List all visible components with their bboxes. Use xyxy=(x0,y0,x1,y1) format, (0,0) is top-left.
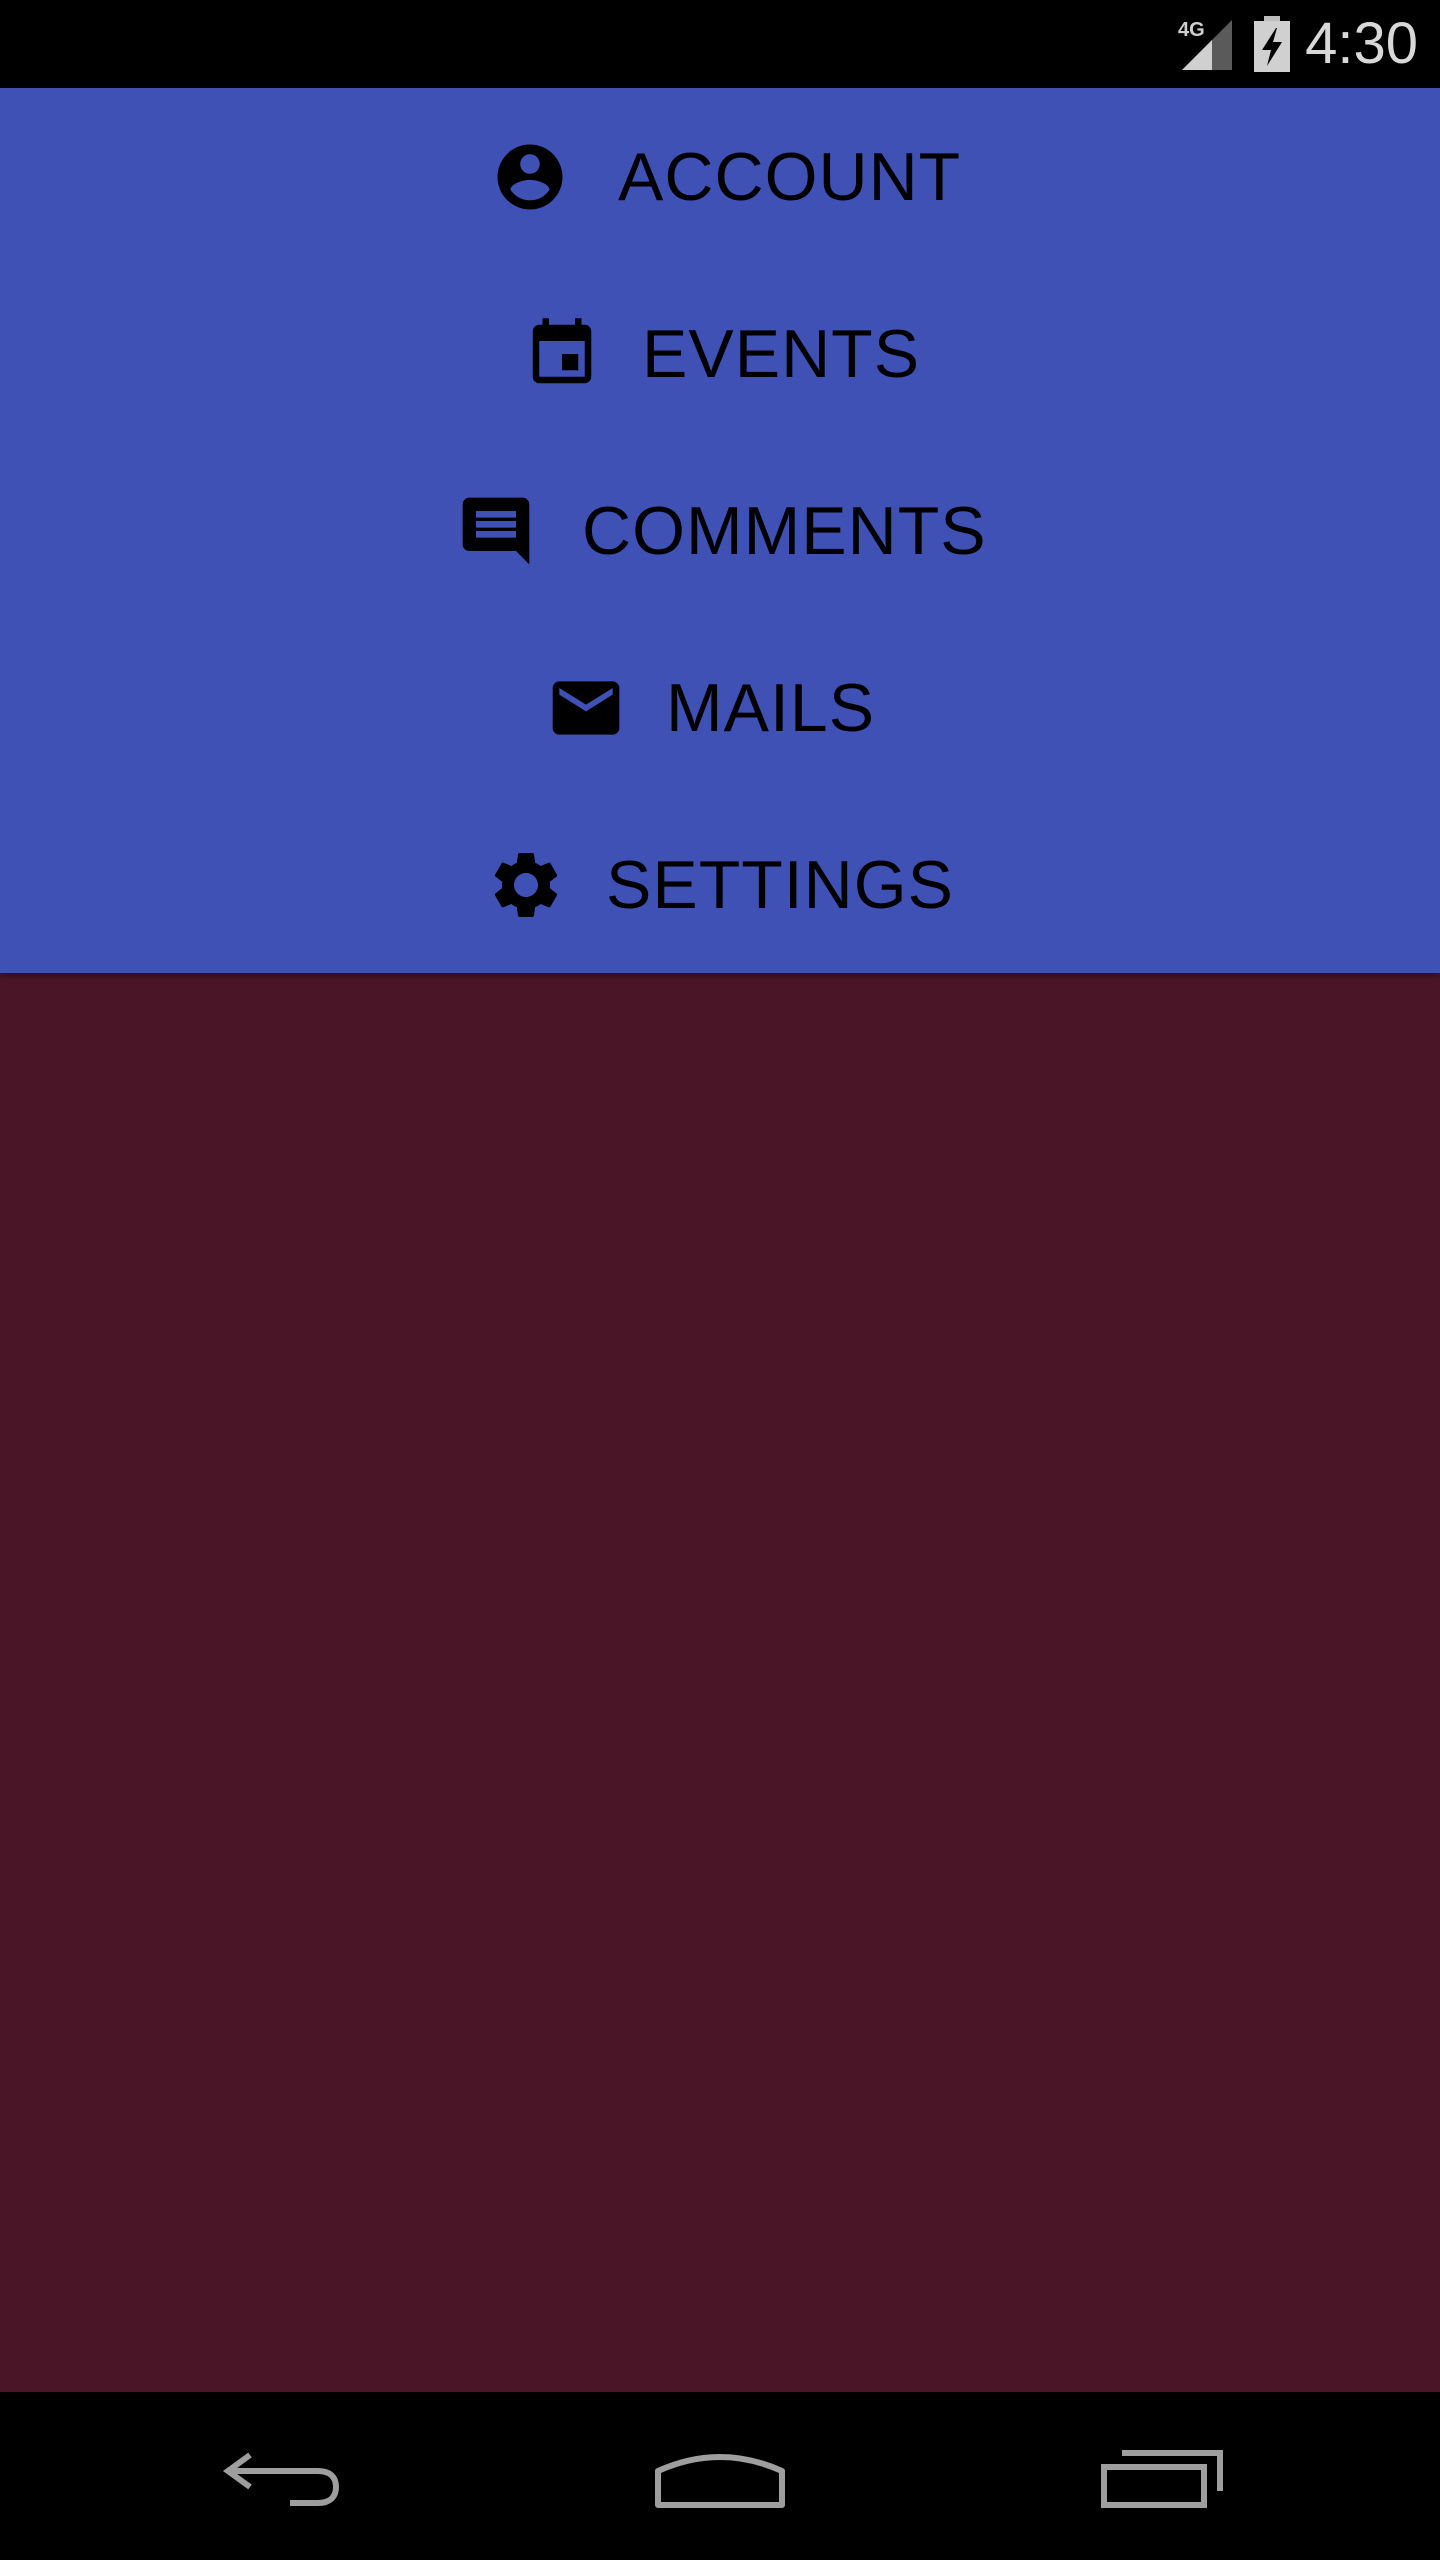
menu-item-settings[interactable]: SETTINGS xyxy=(0,796,1440,973)
back-button[interactable] xyxy=(200,2420,360,2532)
menu-item-events[interactable]: EVENTS xyxy=(0,265,1440,442)
menu-item-label: COMMENTS xyxy=(582,492,987,569)
battery-charging-icon xyxy=(1254,16,1290,72)
content-area xyxy=(0,973,1440,2392)
home-icon xyxy=(655,2454,785,2508)
menu-item-account[interactable]: ACCOUNT xyxy=(0,88,1440,265)
calendar-event-icon xyxy=(522,314,602,394)
recent-apps-button[interactable] xyxy=(1082,2420,1242,2532)
navigation-bar xyxy=(0,2392,1440,2560)
menu-item-label: MAILS xyxy=(666,669,876,746)
comment-icon xyxy=(456,491,536,571)
mail-icon xyxy=(546,668,626,748)
network-type-label: 4G xyxy=(1178,19,1205,41)
account-circle-icon xyxy=(490,137,570,217)
menu-panel: ACCOUNT EVENTS COMMENTS MAILS SETTINGS xyxy=(0,88,1440,973)
recent-apps-icon xyxy=(1101,2450,1223,2508)
menu-item-comments[interactable]: COMMENTS xyxy=(0,442,1440,619)
signal-4g-icon: 4G xyxy=(1178,19,1232,70)
menu-item-mails[interactable]: MAILS xyxy=(0,619,1440,796)
back-icon xyxy=(222,2452,340,2506)
gear-icon xyxy=(486,845,566,925)
menu-item-label: ACCOUNT xyxy=(618,138,962,215)
home-button[interactable] xyxy=(640,2420,800,2532)
menu-item-label: EVENTS xyxy=(642,315,921,392)
menu-item-label: SETTINGS xyxy=(606,846,955,923)
status-bar: 4G 4:30 xyxy=(0,0,1440,88)
status-time: 4:30 xyxy=(1305,11,1418,76)
